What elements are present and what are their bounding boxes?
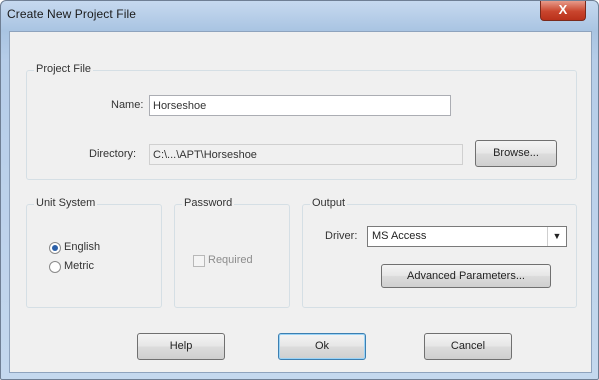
dialog-body: Project File Name: Horseshoe Directory: … [9, 31, 592, 373]
close-button[interactable]: X [540, 1, 586, 21]
window-title: Create New Project File [7, 7, 137, 21]
name-field[interactable]: Horseshoe [149, 95, 451, 116]
project-file-group-label: Project File [34, 63, 94, 75]
chevron-down-icon[interactable]: ▼ [547, 227, 566, 246]
unit-system-group: Unit System English Metric [26, 197, 162, 308]
password-group-label: Password [182, 197, 235, 209]
metric-radio[interactable] [49, 261, 61, 273]
required-label[interactable]: Required [208, 254, 253, 266]
driver-value: MS Access [372, 230, 427, 242]
driver-select[interactable]: MS Access ▼ [367, 226, 567, 247]
help-button[interactable]: Help [137, 333, 225, 360]
title-bar[interactable]: Create New Project File X [1, 1, 598, 31]
required-checkbox[interactable] [193, 255, 205, 267]
browse-button[interactable]: Browse... [475, 140, 557, 167]
name-label: Name: [111, 99, 144, 111]
output-group: Output Driver: MS Access ▼ Advanced Para… [302, 197, 577, 308]
metric-label[interactable]: Metric [64, 260, 94, 272]
advanced-parameters-button[interactable]: Advanced Parameters... [381, 264, 551, 288]
unit-system-group-label: Unit System [34, 197, 98, 209]
ok-button[interactable]: Ok [278, 333, 366, 360]
output-group-label: Output [310, 197, 348, 209]
english-radio[interactable] [49, 242, 61, 254]
password-group: Password Required [174, 197, 290, 308]
driver-label: Driver: [325, 230, 358, 242]
english-label[interactable]: English [64, 241, 100, 253]
close-icon: X [558, 2, 568, 17]
project-file-group: Project File Name: Horseshoe Directory: … [26, 63, 577, 180]
cancel-button[interactable]: Cancel [424, 333, 512, 360]
directory-field: C:\...\APT\Horseshoe [149, 144, 463, 165]
directory-label: Directory: [89, 148, 137, 160]
dialog-window: Create New Project File X Project File N… [0, 0, 599, 380]
